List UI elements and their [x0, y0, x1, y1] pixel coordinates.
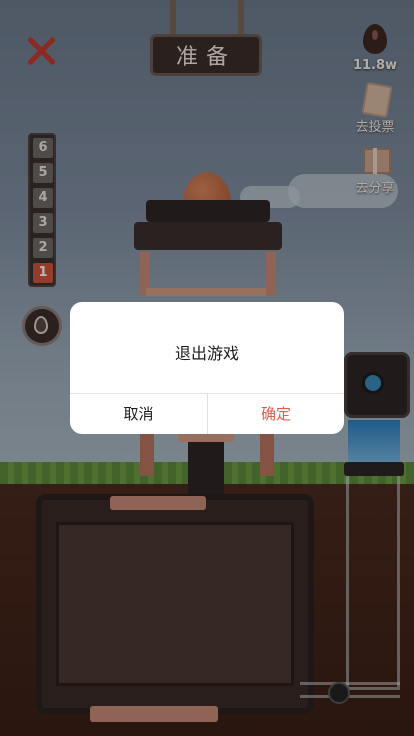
confirm-button[interactable]: 确定 — [208, 394, 344, 434]
exit-dialog: 退出游戏 取消 确定 — [70, 302, 344, 434]
cancel-button[interactable]: 取消 — [70, 394, 207, 434]
dialog-title: 退出游戏 — [174, 344, 239, 363]
